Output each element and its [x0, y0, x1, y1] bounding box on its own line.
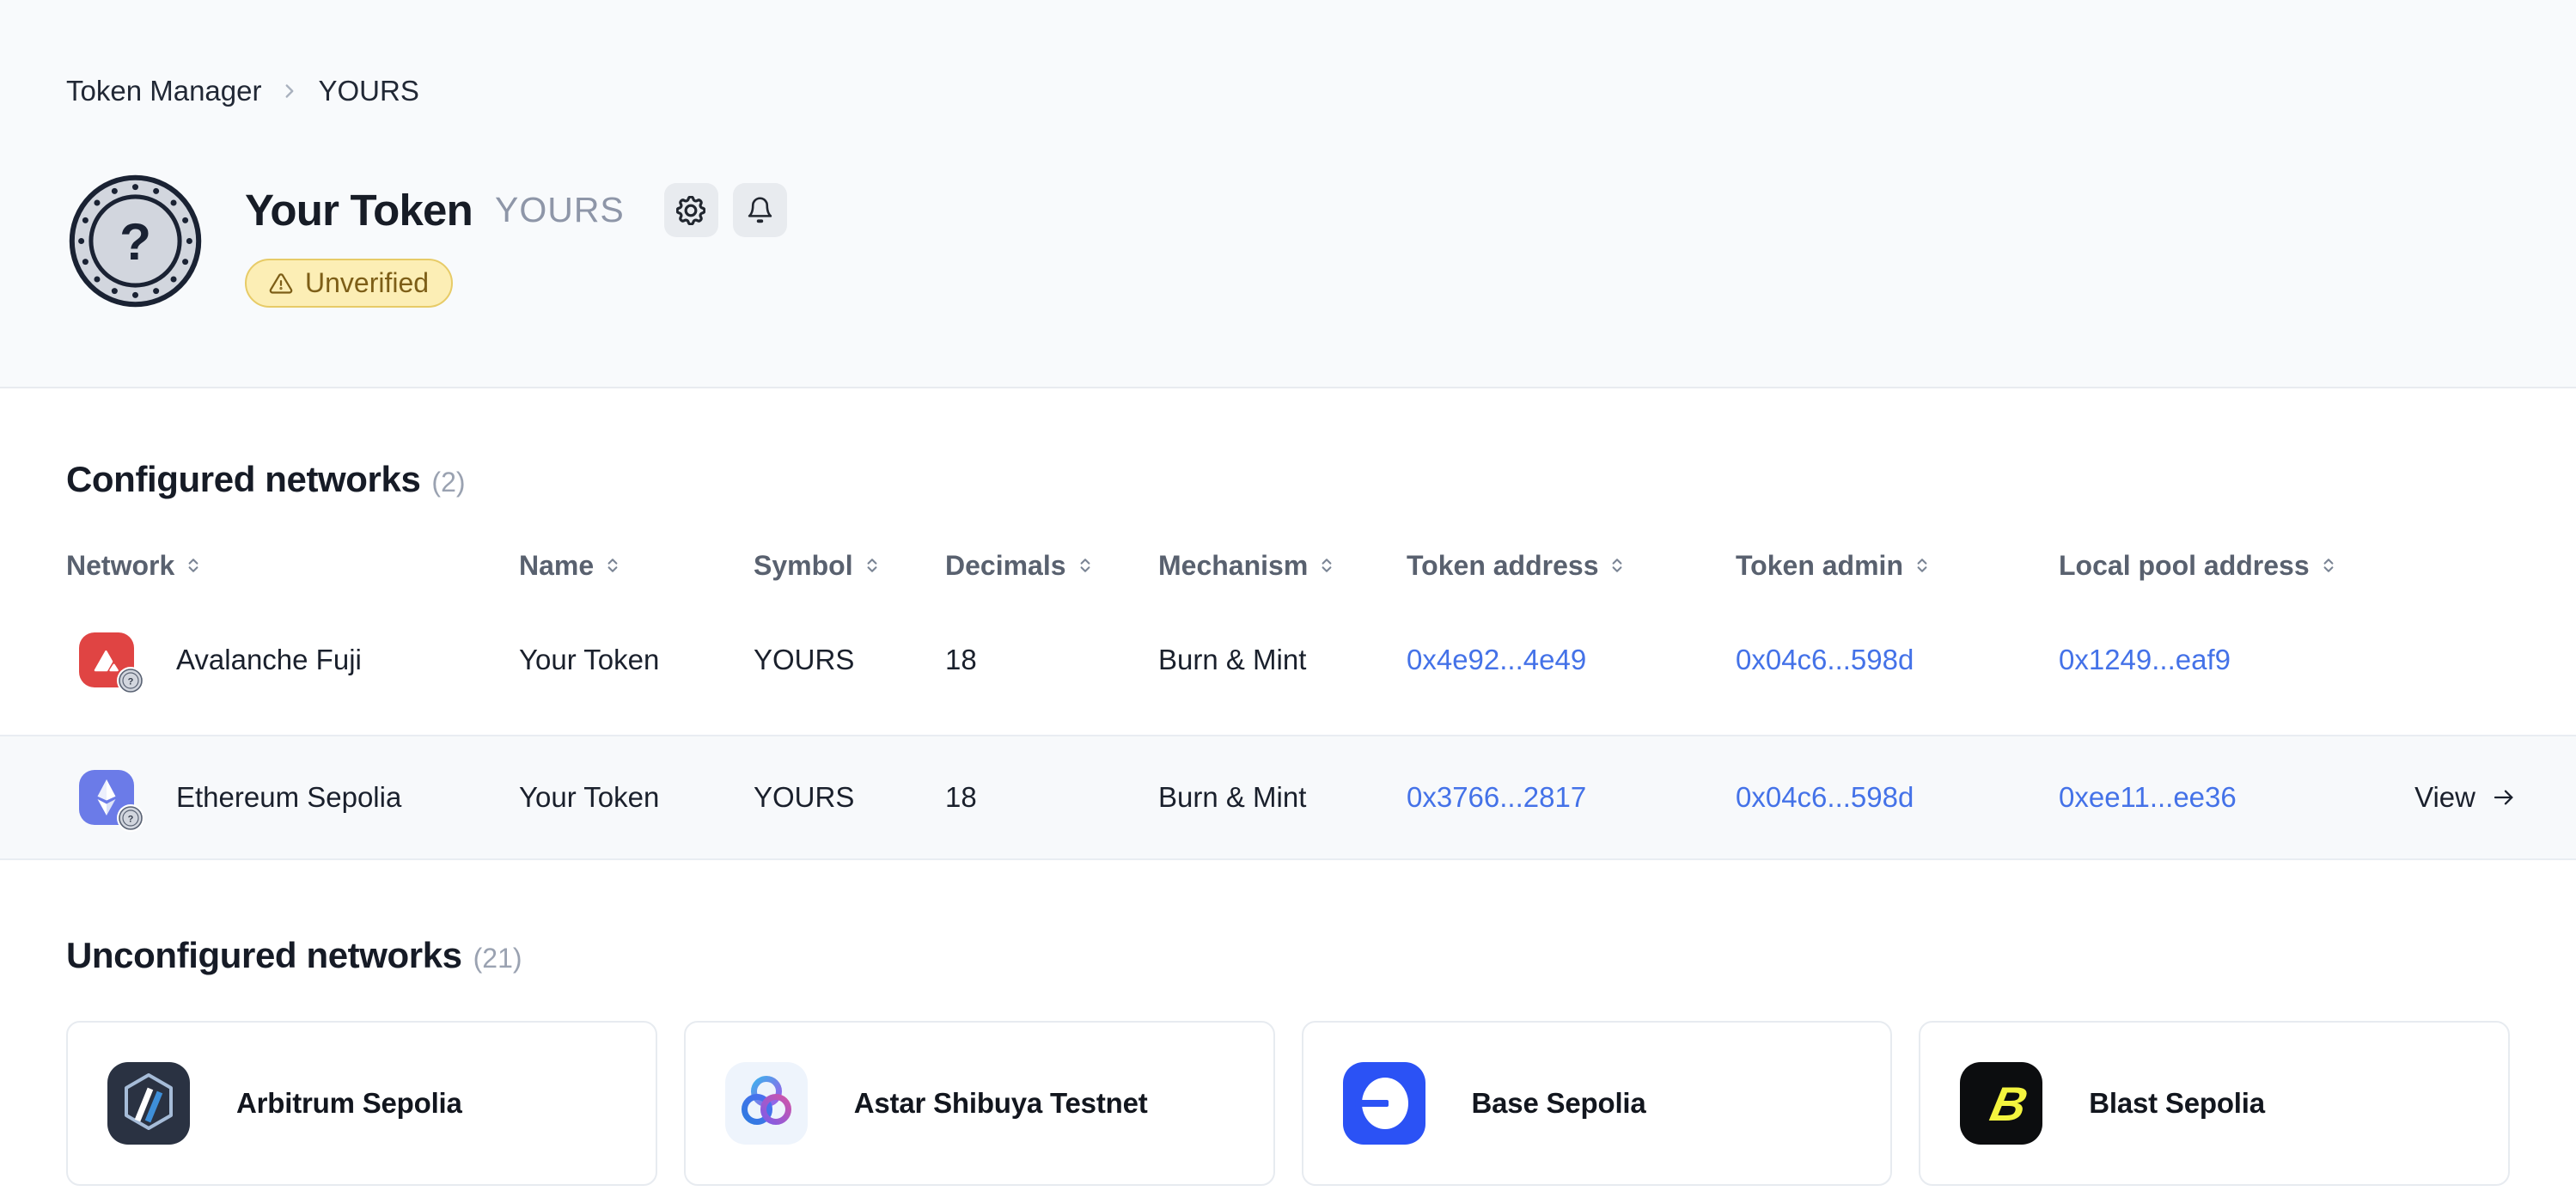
view-link[interactable]: View	[2414, 781, 2576, 814]
token-header-main: ? Your Token YOURS	[66, 172, 2510, 310]
table-row-ethereum-sepolia[interactable]: ? Ethereum Sepolia Your Token YOURS 18 B…	[0, 735, 2576, 860]
card-blast-sepolia[interactable]: B Blast Sepolia	[1919, 1021, 2510, 1186]
svg-text:?: ?	[128, 814, 134, 824]
card-label: Base Sepolia	[1472, 1087, 1646, 1120]
sort-icon	[184, 556, 203, 575]
token-address-link[interactable]: 0x4e92...4e49	[1407, 644, 1736, 676]
sort-icon	[863, 556, 882, 575]
network-name: Ethereum Sepolia	[176, 781, 401, 814]
sort-icon	[2319, 556, 2338, 575]
configured-networks-heading: Configured networks (2)	[66, 461, 2510, 501]
card-label: Arbitrum Sepolia	[236, 1087, 462, 1120]
token-admin-link[interactable]: 0x04c6...598d	[1736, 781, 2059, 814]
cell-symbol: YOURS	[754, 781, 945, 814]
column-header-name[interactable]: Name	[519, 550, 754, 582]
network-name: Avalanche Fuji	[176, 644, 362, 676]
column-label: Mechanism	[1158, 550, 1308, 582]
base-sepolia-icon	[1343, 1062, 1425, 1145]
network-icon-wrap: ?	[79, 632, 134, 687]
title-row: Your Token YOURS	[245, 183, 787, 237]
blast-sepolia-icon: B	[1960, 1062, 2042, 1145]
question-coin-badge-icon: ?	[116, 803, 145, 833]
breadcrumb-current[interactable]: YOURS	[318, 74, 418, 108]
cell-mechanism: Burn & Mint	[1158, 781, 1407, 814]
token-address-link[interactable]: 0x3766...2817	[1407, 781, 1736, 814]
gear-icon	[676, 196, 705, 225]
badge-row: Unverified	[245, 259, 787, 308]
column-label: Decimals	[945, 550, 1066, 582]
column-header-token-address[interactable]: Token address	[1407, 550, 1736, 582]
notifications-button[interactable]	[733, 183, 787, 237]
network-cell: ? Ethereum Sepolia	[66, 770, 519, 825]
svg-text:?: ?	[128, 676, 134, 687]
card-base-sepolia[interactable]: Base Sepolia	[1302, 1021, 1893, 1186]
column-label: Symbol	[754, 550, 853, 582]
column-label: Name	[519, 550, 594, 582]
sort-icon	[1608, 556, 1627, 575]
status-badge-label: Unverified	[305, 267, 429, 299]
column-label: Token address	[1407, 550, 1598, 582]
column-header-symbol[interactable]: Symbol	[754, 550, 945, 582]
sort-icon	[603, 556, 622, 575]
breadcrumb-token-manager[interactable]: Token Manager	[66, 74, 261, 108]
local-pool-address-link[interactable]: 0xee11...ee36	[2059, 781, 2394, 814]
configured-networks-title: Configured networks	[66, 459, 420, 499]
card-astar-shibuya-testnet[interactable]: Astar Shibuya Testnet	[684, 1021, 1275, 1186]
column-label: Network	[66, 550, 174, 582]
settings-button[interactable]	[664, 183, 718, 237]
astar-shibuya-icon	[725, 1062, 808, 1145]
network-icon-wrap: ?	[79, 770, 134, 825]
token-header: Token Manager YOURS ? Your Token YOUR	[0, 0, 2576, 388]
configured-networks-count: (2)	[431, 467, 465, 498]
card-arbitrum-sepolia[interactable]: Arbitrum Sepolia	[66, 1021, 657, 1186]
unconfigured-networks-count: (21)	[473, 943, 522, 974]
column-header-decimals[interactable]: Decimals	[945, 550, 1158, 582]
column-header-local-pool-address[interactable]: Local pool address	[2059, 550, 2394, 582]
column-label: Token admin	[1736, 550, 1903, 582]
column-label: Local pool address	[2059, 550, 2310, 582]
cell-name: Your Token	[519, 644, 754, 676]
question-coin-badge-icon: ?	[116, 666, 145, 695]
cell-decimals: 18	[945, 644, 1158, 676]
arbitrum-sepolia-icon	[107, 1062, 190, 1145]
column-header-network[interactable]: Network	[66, 550, 519, 582]
token-header-right: Your Token YOURS	[245, 172, 787, 310]
cell-name: Your Token	[519, 781, 754, 814]
sort-icon	[1317, 556, 1336, 575]
configured-networks-table: Network Name Symbol Decimals Mechanism T…	[0, 547, 2576, 860]
unconfigured-networks-title: Unconfigured networks	[66, 935, 462, 975]
sort-icon	[1076, 556, 1095, 575]
token-ticker: YOURS	[495, 183, 625, 237]
view-label: View	[2414, 781, 2475, 814]
token-manager-page: Token Manager YOURS ? Your Token YOUR	[0, 0, 2576, 1191]
card-label: Blast Sepolia	[2089, 1087, 2265, 1120]
breadcrumb: Token Manager YOURS	[66, 74, 2510, 108]
table-row-avalanche-fuji[interactable]: ? Avalanche Fuji Your Token YOURS 18 Bur…	[0, 584, 2576, 735]
local-pool-address-link[interactable]: 0x1249...eaf9	[2059, 644, 2394, 676]
status-badge: Unverified	[245, 259, 453, 308]
column-header-token-admin[interactable]: Token admin	[1736, 550, 2059, 582]
table-header-row: Network Name Symbol Decimals Mechanism T…	[0, 547, 2576, 584]
svg-text:?: ?	[119, 212, 151, 271]
token-avatar-question-coin-icon: ?	[66, 172, 204, 310]
arrow-right-icon	[2490, 784, 2518, 811]
unconfigured-networks-grid: Arbitrum Sepolia Astar Shibuya Testnet	[66, 1021, 2510, 1186]
unconfigured-networks-heading: Unconfigured networks (21)	[66, 937, 2510, 977]
page-title: Your Token	[245, 183, 473, 237]
cell-mechanism: Burn & Mint	[1158, 644, 1407, 676]
cell-decimals: 18	[945, 781, 1158, 814]
sort-icon	[1913, 556, 1932, 575]
column-header-mechanism[interactable]: Mechanism	[1158, 550, 1407, 582]
network-cell: ? Avalanche Fuji	[66, 632, 519, 687]
token-admin-link[interactable]: 0x04c6...598d	[1736, 644, 2059, 676]
card-label: Astar Shibuya Testnet	[854, 1087, 1148, 1120]
warning-icon	[269, 272, 293, 296]
cell-symbol: YOURS	[754, 644, 945, 676]
bell-icon	[746, 196, 774, 224]
chevron-right-icon	[278, 80, 301, 102]
